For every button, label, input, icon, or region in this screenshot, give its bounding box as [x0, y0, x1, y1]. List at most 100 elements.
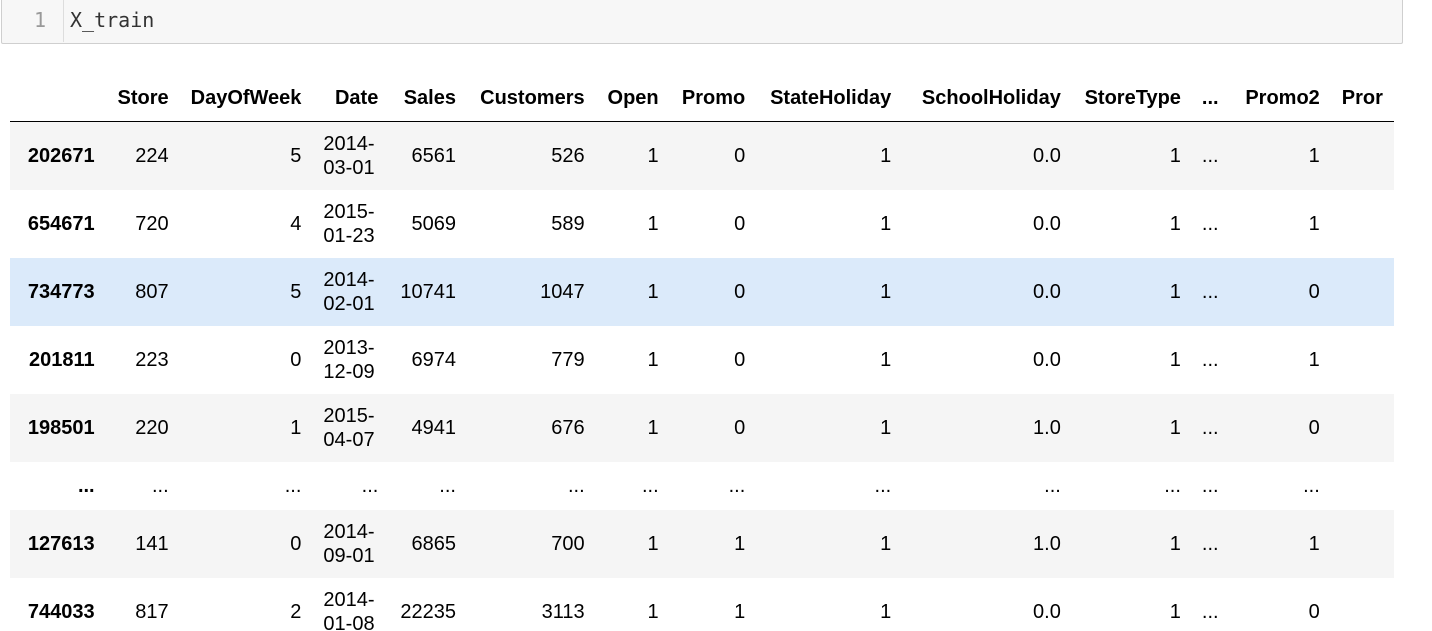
cell-sales: 10741	[400, 280, 456, 303]
cell-store: ...	[151, 474, 169, 497]
index-header	[10, 75, 106, 122]
cell-stateholiday: 1	[880, 532, 892, 555]
cell-ellipsis: ...	[1201, 416, 1219, 439]
cell-stateholiday: 1	[880, 416, 892, 439]
cell-promo2: ...	[1303, 474, 1320, 497]
cell-dayofweek: 0	[290, 348, 302, 371]
cell-promo: 0	[734, 144, 746, 167]
cell-open: 1	[647, 212, 659, 235]
cell-output: Store DayOfWeek Date Sales Customers Ope…	[10, 75, 1394, 631]
cell-store: 807	[135, 280, 169, 303]
cell-customers: 3113	[541, 600, 585, 623]
cell-promo-truncated	[1331, 510, 1394, 578]
column-header-sales: Sales	[389, 75, 467, 122]
cell-sales: 6561	[411, 144, 456, 167]
cell-ellipsis: ...	[1201, 280, 1219, 303]
cell-promo2: 0	[1308, 280, 1320, 303]
line-number-gutter: 1	[2, 0, 64, 42]
row-index: 201811	[28, 348, 95, 371]
cell-promo-truncated	[1331, 326, 1394, 394]
cell-storetype: ...	[1164, 474, 1181, 497]
cell-promo2: 1	[1308, 212, 1320, 235]
row-index: 127613	[27, 532, 95, 555]
cell-open: 1	[647, 532, 659, 555]
column-header-stateholiday: StateHoliday	[756, 75, 903, 122]
cell-store: 223	[135, 348, 169, 371]
cell-schoolholiday: ...	[1044, 474, 1061, 497]
cell-sales: 5069	[411, 212, 456, 235]
cell-store: 141	[135, 532, 169, 555]
table-row: 202671 224 5 2014- 03-01 6561 526 1 0 1 0.0 1... 1	[10, 121, 1394, 191]
cell-promo2: 0	[1308, 600, 1320, 623]
cell-sales: 6974	[411, 348, 456, 371]
cell-store: 220	[135, 416, 169, 439]
cell-customers: ...	[567, 474, 585, 497]
cell-stateholiday: 1	[880, 280, 892, 303]
row-index: 654671	[27, 212, 95, 235]
cell-date: 2013- 12-09	[323, 337, 375, 383]
table-row: 127613 141 0 2014- 09-01 6865 700 1 1 1 1.0 1... 1	[10, 510, 1394, 578]
cell-promo-truncated	[1331, 190, 1394, 258]
line-number: 1	[33, 8, 46, 32]
cell-promo: ...	[728, 474, 746, 497]
cell-promo: 1	[734, 532, 746, 555]
cell-ellipsis: ...	[1201, 348, 1219, 371]
cell-stateholiday: ...	[874, 474, 892, 497]
cell-schoolholiday: 0.0	[1033, 144, 1061, 167]
cell-promo: 0	[734, 280, 746, 303]
column-header-promo-truncated: Pror	[1330, 75, 1394, 122]
cell-customers: 700	[551, 532, 585, 555]
cell-promo: 0	[734, 348, 746, 371]
cell-customers: 526	[551, 144, 585, 167]
cell-promo: 1	[734, 600, 746, 623]
cell-storetype: 1	[1169, 280, 1181, 303]
cell-dayofweek: ...	[284, 474, 302, 497]
column-header-store: Store	[105, 75, 180, 122]
table-row: 734773 807 5 2014- 02-01 10741 1047 1 0 1 0.0 1... 0	[10, 258, 1394, 326]
cell-promo: 0	[734, 416, 746, 439]
cell-open: 1	[647, 144, 659, 167]
row-index: ...	[77, 474, 95, 497]
cell-promo-truncated	[1331, 122, 1394, 191]
code-text[interactable]: X_train	[70, 8, 154, 32]
cell-promo2: 1	[1308, 348, 1320, 371]
cell-customers: 1047	[540, 280, 585, 303]
cell-date: ...	[361, 474, 379, 497]
cell-ellipsis: ...	[1201, 474, 1219, 497]
row-index: 198501	[27, 416, 95, 439]
cell-date: 2014- 09-01	[323, 521, 375, 567]
cell-storetype: 1	[1169, 212, 1181, 235]
cell-storetype: 1	[1169, 600, 1181, 623]
cell-open: ...	[641, 474, 659, 497]
cell-stateholiday: 1	[880, 348, 892, 371]
column-header-promo: Promo	[669, 75, 757, 122]
cell-promo2: 1	[1308, 532, 1320, 555]
row-index: 734773	[27, 280, 95, 303]
cell-storetype: 1	[1169, 532, 1181, 555]
cell-sales: 6865	[411, 532, 456, 555]
column-header-dayofweek: DayOfWeek	[179, 75, 313, 122]
cell-schoolholiday: 1.0	[1033, 532, 1061, 555]
table-row: 198501 220 1 2015- 04-07 4941 676 1 0 1 1.0 1... 0	[10, 394, 1394, 462]
dataframe-table: Store DayOfWeek Date Sales Customers Ope…	[10, 75, 1394, 631]
cell-schoolholiday: 0.0	[1033, 348, 1061, 371]
cell-promo: 0	[734, 212, 746, 235]
cell-stateholiday: 1	[880, 144, 892, 167]
cell-promo-truncated	[1331, 462, 1394, 510]
cell-stateholiday: 1	[880, 600, 892, 623]
cell-dayofweek: 0	[290, 532, 302, 555]
cell-dayofweek: 4	[290, 212, 302, 235]
cell-schoolholiday: 1.0	[1033, 416, 1061, 439]
cell-sales: ...	[439, 474, 456, 497]
cell-dayofweek: 2	[290, 600, 302, 623]
cell-date: 2015- 01-23	[323, 201, 375, 247]
cell-store: 720	[135, 212, 169, 235]
cell-customers: 589	[551, 212, 585, 235]
cell-promo-truncated	[1331, 258, 1394, 326]
column-header-schoolholiday: SchoolHoliday	[902, 75, 1072, 122]
cell-open: 1	[647, 416, 659, 439]
cell-store: 224	[135, 144, 169, 167]
code-cell-input[interactable]: 1 X_train	[1, 0, 1403, 44]
cell-storetype: 1	[1169, 144, 1181, 167]
header-row: Store DayOfWeek Date Sales Customers Ope…	[10, 75, 1394, 122]
